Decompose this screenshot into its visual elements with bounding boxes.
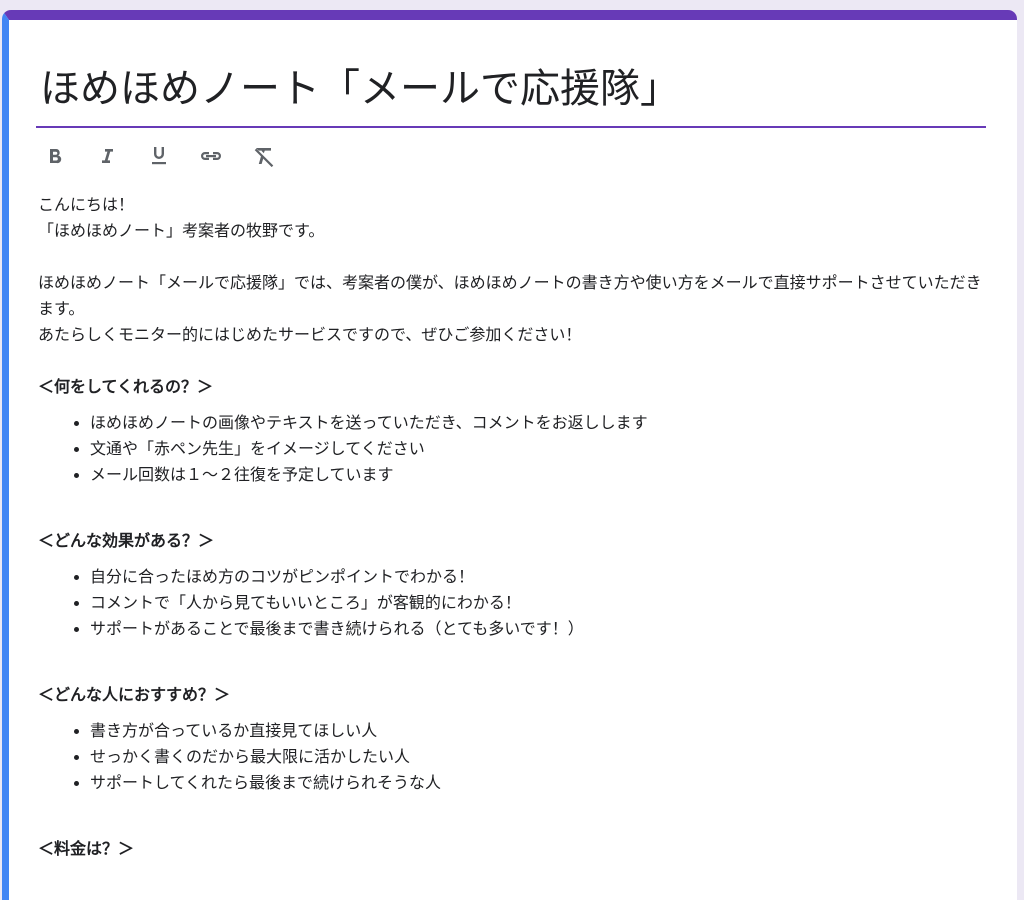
form-header-card: ほめほめノート「メールで応援隊」 こんにちは！ 「ほめほめノート」考案者の牧野で… (2, 10, 1017, 900)
title-field[interactable]: ほめほめノート「メールで応援隊」 (36, 52, 986, 128)
list-item: コメントで「人から見てもいいところ」が客観的にわかる！ (74, 590, 993, 616)
intro-author: 「ほめほめノート」考案者の牧野です。 (38, 221, 325, 240)
section-heading: ＜何をしてくれるの？＞ (38, 377, 214, 396)
intro-paragraph-2: あたらしくモニター的にはじめたサービスですので、ぜひご参加ください！ (38, 325, 582, 344)
list-item: 自分に合ったほめ方のコツがピンポイントでわかる！ (74, 564, 993, 590)
clear-format-button[interactable] (250, 143, 276, 169)
bold-icon (50, 148, 62, 164)
formatting-toolbar (42, 134, 302, 178)
italic-button[interactable] (94, 143, 120, 169)
link-icon (201, 152, 221, 160)
section-heading: ＜どんな人におすすめ？＞ (38, 685, 231, 704)
intro-paragraph-1: ほめほめノート「メールで応援隊」では、考案者の僕が、ほめほめノートの書き方や使い… (38, 273, 982, 318)
italic-icon (102, 149, 113, 163)
bullet-list: 自分に合ったほめ方のコツがピンポイントでわかる！ コメントで「人から見てもいいと… (38, 564, 993, 642)
section-heading: ＜料金は？＞ (38, 839, 135, 858)
list-item: サポートしてくれたら最後まで続けられそうな人 (74, 770, 993, 796)
list-item: 文通や「赤ペン先生」をイメージしてください (74, 436, 993, 462)
list-item: 書き方が合っているか直接見てほしい人 (74, 718, 993, 744)
list-item: ほめほめノートの画像やテキストを送っていただき、コメントをお返しします (74, 410, 993, 436)
bullet-list: ほめほめノートの画像やテキストを送っていただき、コメントをお返しします 文通や「… (38, 410, 993, 488)
form-description[interactable]: こんにちは！ 「ほめほめノート」考案者の牧野です。 ほめほめノート「メールで応援… (38, 192, 993, 862)
list-item: メール回数は１〜２往復を予定しています (74, 462, 993, 488)
form-title[interactable]: ほめほめノート「メールで応援隊」 (36, 52, 986, 126)
link-button[interactable] (198, 143, 224, 169)
underline-button[interactable] (146, 143, 172, 169)
bold-button[interactable] (42, 143, 68, 169)
section-heading: ＜どんな効果がある？＞ (38, 531, 215, 550)
bullet-list: 書き方が合っているか直接見てほしい人 せっかく書くのだから最大限に活かしたい人 … (38, 718, 993, 796)
list-item: サポートがあることで最後まで書き続けられる（とても多いです！） (74, 616, 993, 642)
list-item: せっかく書くのだから最大限に活かしたい人 (74, 744, 993, 770)
underline-icon (152, 147, 166, 165)
intro-greeting: こんにちは！ (38, 195, 135, 214)
clear-format-icon (254, 148, 274, 167)
